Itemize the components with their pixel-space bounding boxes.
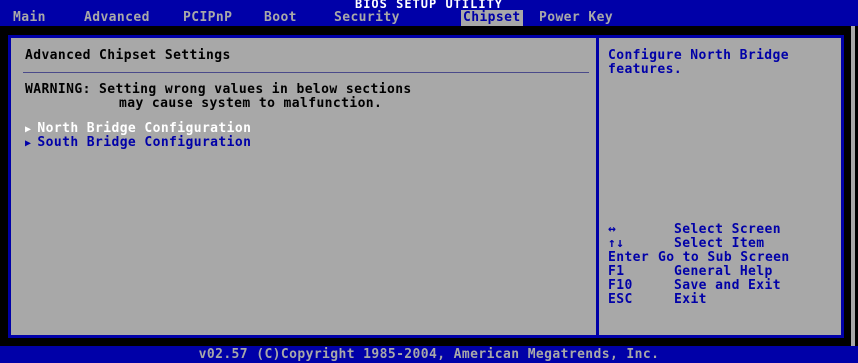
key-help-action: Select Item	[674, 236, 765, 251]
main-frame: Advanced Chipset Settings WARNING: Setti…	[8, 35, 844, 338]
tab-security[interactable]: Security	[334, 10, 400, 26]
tab-main[interactable]: Main	[13, 10, 46, 26]
tab-chipset[interactable]: Chipset	[461, 10, 523, 26]
title-bar: BIOS SETUP UTILITY	[0, 0, 858, 11]
key-help-row: F1 General Help	[608, 264, 773, 279]
key-help-key: Enter	[608, 250, 650, 265]
tab-pcipnp[interactable]: PCIPnP	[183, 10, 232, 26]
menu-item-south-bridge[interactable]: ▶ South Bridge Configuration	[25, 135, 251, 151]
key-help-action: General Help	[674, 264, 773, 279]
submenu-arrow-icon: ▶	[25, 138, 32, 149]
tab-power-key[interactable]: Power Key	[539, 10, 613, 26]
warning-line-2: may cause system to malfunction.	[119, 96, 383, 111]
menu-item-label: North Bridge Configuration	[37, 121, 252, 136]
copyright-text: v02.57 (C)Copyright 1985-2004, American …	[198, 347, 660, 362]
key-help-row: ↑↓ Select Item	[608, 236, 765, 251]
key-help-action: Select Screen	[674, 222, 781, 237]
footer-bar: v02.57 (C)Copyright 1985-2004, American …	[0, 346, 858, 363]
key-help-row: Enter Go to Sub Screen	[608, 250, 790, 265]
tab-advanced[interactable]: Advanced	[84, 10, 150, 26]
up-down-arrows-icon: ↑↓	[608, 236, 625, 251]
right-edge-strip	[851, 26, 855, 346]
panel-divider	[596, 38, 599, 335]
key-help-key: F1	[608, 264, 625, 279]
key-help-action: Exit	[674, 292, 707, 307]
warning-line-1: WARNING: Setting wrong values in below s…	[25, 82, 412, 97]
section-heading: Advanced Chipset Settings	[25, 48, 231, 63]
menu-bar: Main Advanced PCIPnP Boot Security Chips…	[0, 9, 858, 26]
key-help-action: Save and Exit	[674, 278, 781, 293]
help-text-line-1: Configure North Bridge	[608, 48, 789, 63]
submenu-arrow-icon: ▶	[25, 124, 32, 135]
key-help-action: Go to Sub Screen	[658, 250, 790, 265]
key-help-row: ESC Exit	[608, 292, 707, 307]
heading-underline	[23, 72, 589, 73]
key-help-row: ↔ Select Screen	[608, 222, 781, 237]
key-help-row: F10 Save and Exit	[608, 278, 781, 293]
key-help-key: ESC	[608, 292, 633, 307]
tab-boot[interactable]: Boot	[264, 10, 297, 26]
left-right-arrows-icon: ↔	[608, 222, 617, 237]
menu-item-label: South Bridge Configuration	[37, 135, 252, 150]
help-text-line-2: features.	[608, 62, 683, 77]
key-help-key: F10	[608, 278, 633, 293]
